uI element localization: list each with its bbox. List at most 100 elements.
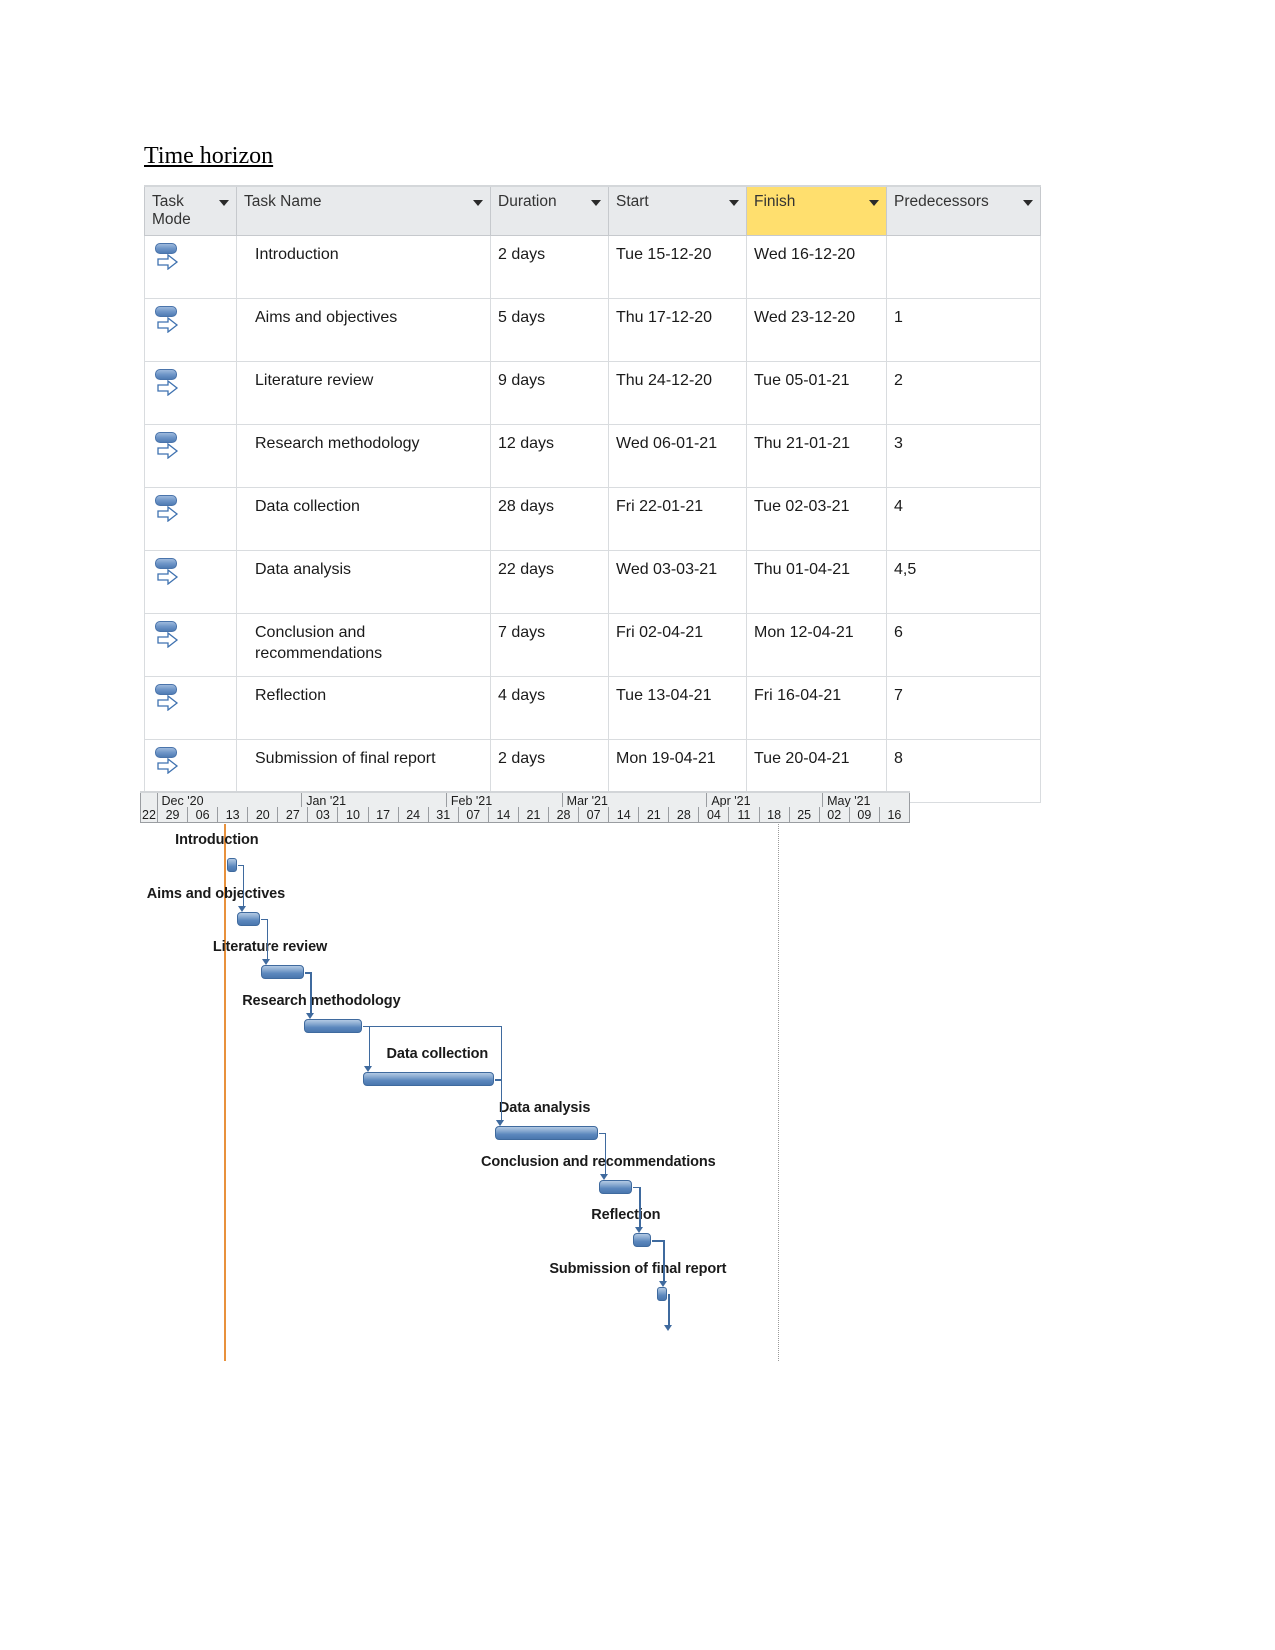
cell-start[interactable]: Wed 03-03-21 (608, 550, 747, 614)
cell-start[interactable]: Fri 02-04-21 (608, 613, 747, 677)
cell-task-name[interactable]: Data collection (236, 487, 491, 551)
auto-scheduled-icon[interactable] (154, 431, 184, 463)
cell-start[interactable]: Thu 17-12-20 (608, 298, 747, 362)
table-row[interactable]: Introduction 2 days Tue 15-12-20 Wed 16-12-… (144, 235, 1041, 299)
cell-finish[interactable]: Wed 16-12-20 (746, 235, 887, 299)
task-mode-arrow-icon (157, 568, 179, 591)
cell-task-mode[interactable] (144, 613, 237, 677)
cell-task-name[interactable]: Reflection (236, 676, 491, 740)
cell-task-mode[interactable] (144, 550, 237, 614)
table-row[interactable]: Aims and objectives 5 days Thu 17-12-20 Wed… (144, 298, 1041, 362)
gantt-bar[interactable] (657, 1286, 668, 1301)
table-row[interactable]: Literature review 9 days Thu 24-12-20 Tue 0… (144, 361, 1041, 425)
gantt-bar-label: Conclusion and recommendations (480, 1153, 716, 1170)
cell-duration[interactable]: 2 days (490, 235, 609, 299)
auto-scheduled-icon[interactable] (154, 305, 184, 337)
cell-duration[interactable]: 4 days (490, 676, 609, 740)
cell-finish[interactable]: Tue 05-01-21 (746, 361, 887, 425)
gantt-bar[interactable] (362, 1072, 495, 1087)
gantt-bar-label: Research methodology (242, 992, 401, 1009)
cell-start[interactable]: Tue 15-12-20 (608, 235, 747, 299)
link-segment-v (368, 1025, 370, 1067)
task-mode-arrow-icon (157, 631, 179, 654)
table-row[interactable]: Research methodology 12 days Wed 06-01-21 T… (144, 424, 1041, 488)
cell-predecessors[interactable]: 3 (886, 424, 1041, 488)
cell-start[interactable]: Thu 24-12-20 (608, 361, 747, 425)
gantt-bar[interactable] (633, 1233, 652, 1248)
filter-dropdown-icon-finish[interactable] (869, 200, 879, 206)
cell-duration[interactable]: 9 days (490, 361, 609, 425)
timescale-week-cell: 17 (368, 807, 399, 823)
task-mode-arrow-icon (157, 316, 179, 339)
cell-task-mode[interactable] (144, 235, 237, 299)
gantt-bar[interactable] (494, 1126, 599, 1140)
table-row[interactable]: Data collection 28 days Fri 22-01-21 Tue 02… (144, 487, 1041, 551)
cell-finish[interactable]: Fri 16-04-21 (746, 676, 887, 740)
cell-finish[interactable]: Tue 02-03-21 (746, 487, 887, 551)
cell-finish[interactable]: Thu 21-01-21 (746, 424, 887, 488)
gantt-bar[interactable] (236, 911, 261, 926)
cell-finish[interactable]: Wed 23-12-20 (746, 298, 887, 362)
auto-schedule-arrow-glyph (157, 316, 179, 334)
link-segment-v (266, 918, 269, 960)
filter-dropdown-icon-start[interactable] (729, 200, 739, 206)
cell-task-name[interactable]: Research methodology (236, 424, 491, 488)
gantt-bar[interactable] (304, 1018, 362, 1033)
auto-scheduled-icon[interactable] (154, 494, 184, 526)
timescale-week-cell: 21 (639, 807, 670, 823)
filter-dropdown-icon-task-name[interactable] (473, 200, 483, 206)
cell-duration[interactable]: 7 days (490, 613, 609, 677)
filter-dropdown-icon-predecessors[interactable] (1023, 200, 1033, 206)
table-row[interactable]: Reflection 4 days Tue 13-04-21 Fri 16-04-21… (144, 676, 1041, 740)
table-row[interactable]: Data analysis 22 days Wed 03-03-21 Thu 01-0… (144, 550, 1041, 614)
auto-scheduled-icon[interactable] (154, 557, 184, 589)
column-header-duration[interactable]: Duration (490, 185, 609, 236)
column-header-predecessors[interactable]: Predecessors (886, 185, 1041, 236)
cell-duration[interactable]: 12 days (490, 424, 609, 488)
table-row[interactable]: Conclusion and recommendations 7 days Fri … (144, 613, 1041, 677)
cell-task-name[interactable]: Conclusion and recommendations (236, 613, 491, 677)
cell-start[interactable]: Fri 22-01-21 (608, 487, 747, 551)
cell-duration[interactable]: 28 days (490, 487, 609, 551)
cell-finish[interactable]: Mon 12-04-21 (746, 613, 887, 677)
timescale-week-cell: 29 (158, 807, 189, 823)
cell-predecessors[interactable]: 1 (886, 298, 1041, 362)
cell-task-mode[interactable] (144, 298, 237, 362)
column-header-task-mode[interactable]: Task Mode (144, 185, 237, 236)
cell-task-name[interactable]: Aims and objectives (236, 298, 491, 362)
cell-task-mode[interactable] (144, 487, 237, 551)
cell-predecessors[interactable]: 7 (886, 676, 1041, 740)
link-arrow-icon (600, 1173, 609, 1180)
cell-predecessors[interactable]: 6 (886, 613, 1041, 677)
cell-predecessors[interactable] (886, 235, 1041, 299)
cell-task-name[interactable]: Literature review (236, 361, 491, 425)
column-header-start[interactable]: Start (608, 185, 747, 236)
filter-dropdown-icon-task-mode[interactable] (219, 200, 229, 206)
cell-predecessors[interactable]: 2 (886, 361, 1041, 425)
gantt-bar[interactable] (260, 965, 304, 980)
cell-task-mode[interactable] (144, 361, 237, 425)
cell-start[interactable]: Wed 06-01-21 (608, 424, 747, 488)
auto-scheduled-icon[interactable] (154, 746, 184, 778)
auto-scheduled-icon[interactable] (154, 683, 184, 715)
cell-predecessors[interactable]: 4 (886, 487, 1041, 551)
cell-task-name[interactable]: Introduction (236, 235, 491, 299)
cell-finish[interactable]: Thu 01-04-21 (746, 550, 887, 614)
cell-task-name[interactable]: Data analysis (236, 550, 491, 614)
auto-scheduled-icon[interactable] (154, 242, 184, 274)
filter-dropdown-icon-duration[interactable] (591, 200, 601, 206)
cell-start[interactable]: Tue 13-04-21 (608, 676, 747, 740)
auto-scheduled-icon[interactable] (154, 620, 184, 652)
column-header-task-name[interactable]: Task Name (236, 185, 491, 236)
cell-duration[interactable]: 5 days (490, 298, 609, 362)
auto-scheduled-icon[interactable] (154, 368, 184, 400)
auto-schedule-arrow-glyph (157, 253, 179, 271)
column-header-finish[interactable]: Finish (746, 185, 887, 236)
cell-predecessors[interactable]: 4,5 (886, 550, 1041, 614)
cell-task-mode[interactable] (144, 676, 237, 740)
cell-duration[interactable]: 22 days (490, 550, 609, 614)
cell-task-mode[interactable] (144, 424, 237, 488)
gantt-bar[interactable] (227, 858, 238, 872)
gantt-bar[interactable] (598, 1179, 633, 1194)
timescale-week-cell: 16 (879, 807, 910, 823)
